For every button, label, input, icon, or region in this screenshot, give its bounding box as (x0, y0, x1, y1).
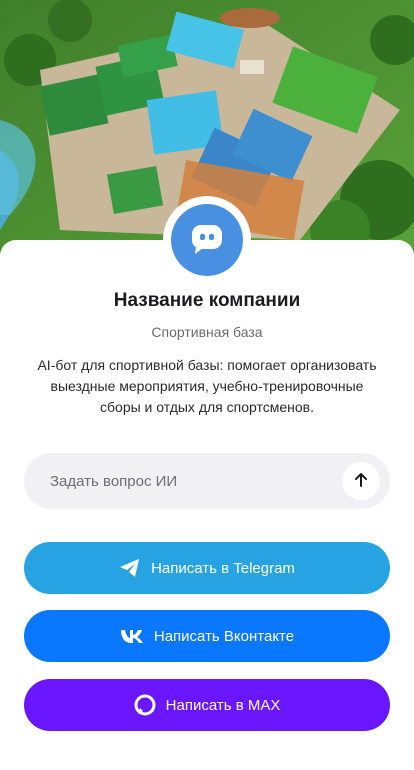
vk-button[interactable]: Написать Вконтакте (24, 610, 390, 662)
max-icon (134, 694, 156, 716)
ask-ai-input[interactable] (48, 471, 342, 491)
company-name: Название компании (113, 290, 301, 311)
max-button-label: Написать в MAX (165, 696, 281, 714)
vk-button-label: Написать Вконтакте (153, 627, 295, 645)
arrow-up-icon (352, 471, 370, 492)
company-description: AI-бот для спортивной базы: помогает орг… (37, 357, 377, 415)
avatar (171, 204, 243, 276)
ask-ai-field (24, 453, 390, 509)
telegram-button[interactable]: Написать в Telegram (24, 542, 390, 594)
company-category: Спортивная база (151, 324, 263, 340)
chat-bubble-icon (187, 218, 227, 263)
max-button[interactable]: Написать в MAX (24, 679, 390, 731)
send-button[interactable] (342, 462, 380, 500)
telegram-icon (119, 558, 141, 578)
vk-icon (120, 628, 144, 644)
telegram-button-label: Написать в Telegram (151, 559, 295, 577)
